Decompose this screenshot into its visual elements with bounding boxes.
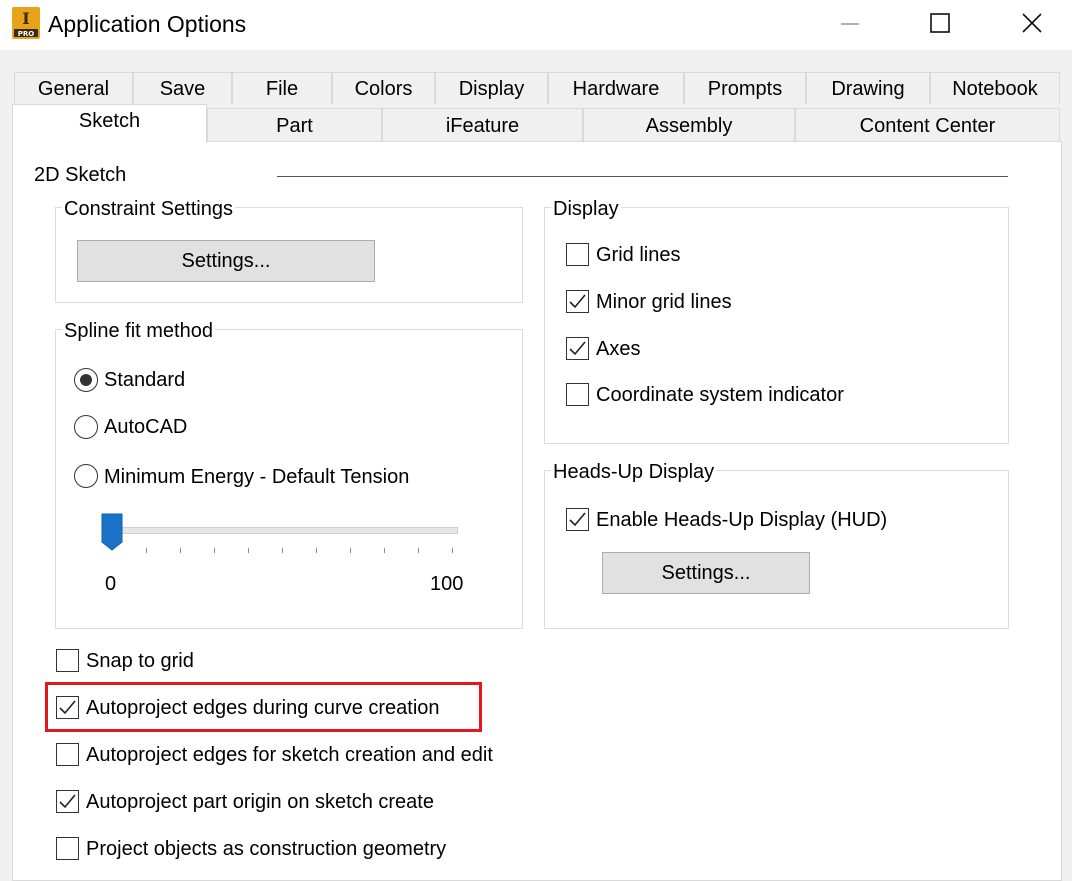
tab-hardware[interactable]: Hardware <box>548 72 684 104</box>
grid-lines-label: Grid lines <box>596 244 681 266</box>
svg-text:I: I <box>22 9 29 28</box>
section-title: 2D Sketch <box>34 164 127 186</box>
tab-save[interactable]: Save <box>133 72 232 104</box>
slider-tick <box>418 548 419 553</box>
autoproject-sketch-edit-label: Autoproject edges for sketch creation an… <box>86 744 493 766</box>
autoproject-part-origin-checkbox[interactable] <box>56 790 79 813</box>
close-icon <box>1022 13 1042 33</box>
window-title: Application Options <box>48 11 247 37</box>
slider-tick <box>214 548 215 553</box>
tab-assembly[interactable]: Assembly <box>583 108 795 142</box>
close-button[interactable] <box>1002 0 1062 46</box>
slider-tick <box>316 548 317 553</box>
radio-standard[interactable] <box>74 368 98 392</box>
tab-content-center[interactable]: Content Center <box>795 108 1060 142</box>
slider-max-label: 100 <box>430 573 464 595</box>
slider-tick <box>180 548 181 553</box>
maximize-icon <box>930 13 950 33</box>
maximize-button[interactable] <box>910 0 970 46</box>
coordinate-system-indicator-checkbox[interactable] <box>566 383 589 406</box>
svg-text:PRO: PRO <box>18 30 35 38</box>
enable-hud-checkbox[interactable] <box>566 508 589 531</box>
checkmark-icon <box>569 294 586 309</box>
tab-part[interactable]: Part <box>207 108 382 142</box>
autoproject-part-origin-label: Autoproject part origin on sketch create <box>86 791 434 813</box>
tab-notebook[interactable]: Notebook <box>930 72 1060 104</box>
radio-minimum-energy-label: Minimum Energy - Default Tension <box>104 466 410 488</box>
coordinate-system-indicator-label: Coordinate system indicator <box>596 384 844 406</box>
slider-tick <box>282 548 283 553</box>
grid-lines-checkbox[interactable] <box>566 243 589 266</box>
minimize-icon <box>841 23 859 25</box>
radio-standard-label: Standard <box>104 369 186 391</box>
tab-file[interactable]: File <box>232 72 332 104</box>
inventor-app-icon: I PRO <box>12 7 40 39</box>
slider-tick <box>146 548 147 553</box>
slider-tick <box>452 548 453 553</box>
slider-tick <box>248 548 249 553</box>
constraint-settings-button[interactable]: Settings... <box>77 240 375 282</box>
tension-slider-track[interactable] <box>112 527 458 534</box>
section-divider <box>277 176 1008 177</box>
checkmark-icon <box>569 341 586 356</box>
axes-checkbox[interactable] <box>566 337 589 360</box>
tab-prompts[interactable]: Prompts <box>684 72 806 104</box>
minor-grid-lines-checkbox[interactable] <box>566 290 589 313</box>
radio-autocad-label: AutoCAD <box>104 416 188 438</box>
minimize-button[interactable] <box>820 0 880 46</box>
tab-general[interactable]: General <box>14 72 133 104</box>
tab-drawing[interactable]: Drawing <box>806 72 930 104</box>
minor-grid-lines-label: Minor grid lines <box>596 291 732 313</box>
slider-min-label: 0 <box>105 573 117 595</box>
tension-slider-thumb[interactable] <box>101 513 123 556</box>
enable-hud-label: Enable Heads-Up Display (HUD) <box>596 509 888 531</box>
hud-settings-button[interactable]: Settings... <box>602 552 810 594</box>
slider-tick <box>384 548 385 553</box>
radio-minimum-energy[interactable] <box>74 464 98 488</box>
checkmark-icon <box>59 700 76 715</box>
spline-fit-title: Spline fit method <box>62 319 215 343</box>
construction-geometry-label: Project objects as construction geometry <box>86 838 447 860</box>
axes-label: Axes <box>596 338 641 360</box>
snap-to-grid-checkbox[interactable] <box>56 649 79 672</box>
hud-group-title: Heads-Up Display <box>551 460 717 484</box>
autoproject-curve-creation-checkbox[interactable] <box>56 696 79 719</box>
construction-geometry-checkbox[interactable] <box>56 837 79 860</box>
tab-ifeature[interactable]: iFeature <box>382 108 583 142</box>
slider-tick <box>350 548 351 553</box>
radio-autocad[interactable] <box>74 415 98 439</box>
hud-group <box>544 470 1009 629</box>
tab-colors[interactable]: Colors <box>332 72 435 104</box>
snap-to-grid-label: Snap to grid <box>86 650 194 672</box>
autoproject-sketch-edit-checkbox[interactable] <box>56 743 79 766</box>
checkmark-icon <box>569 512 586 527</box>
tab-display[interactable]: Display <box>435 72 548 104</box>
display-group-title: Display <box>551 197 621 221</box>
tab-sketch[interactable]: Sketch <box>12 104 207 143</box>
autoproject-curve-creation-label: Autoproject edges during curve creation <box>86 697 440 719</box>
checkmark-icon <box>59 794 76 809</box>
constraint-settings-title: Constraint Settings <box>62 197 235 221</box>
